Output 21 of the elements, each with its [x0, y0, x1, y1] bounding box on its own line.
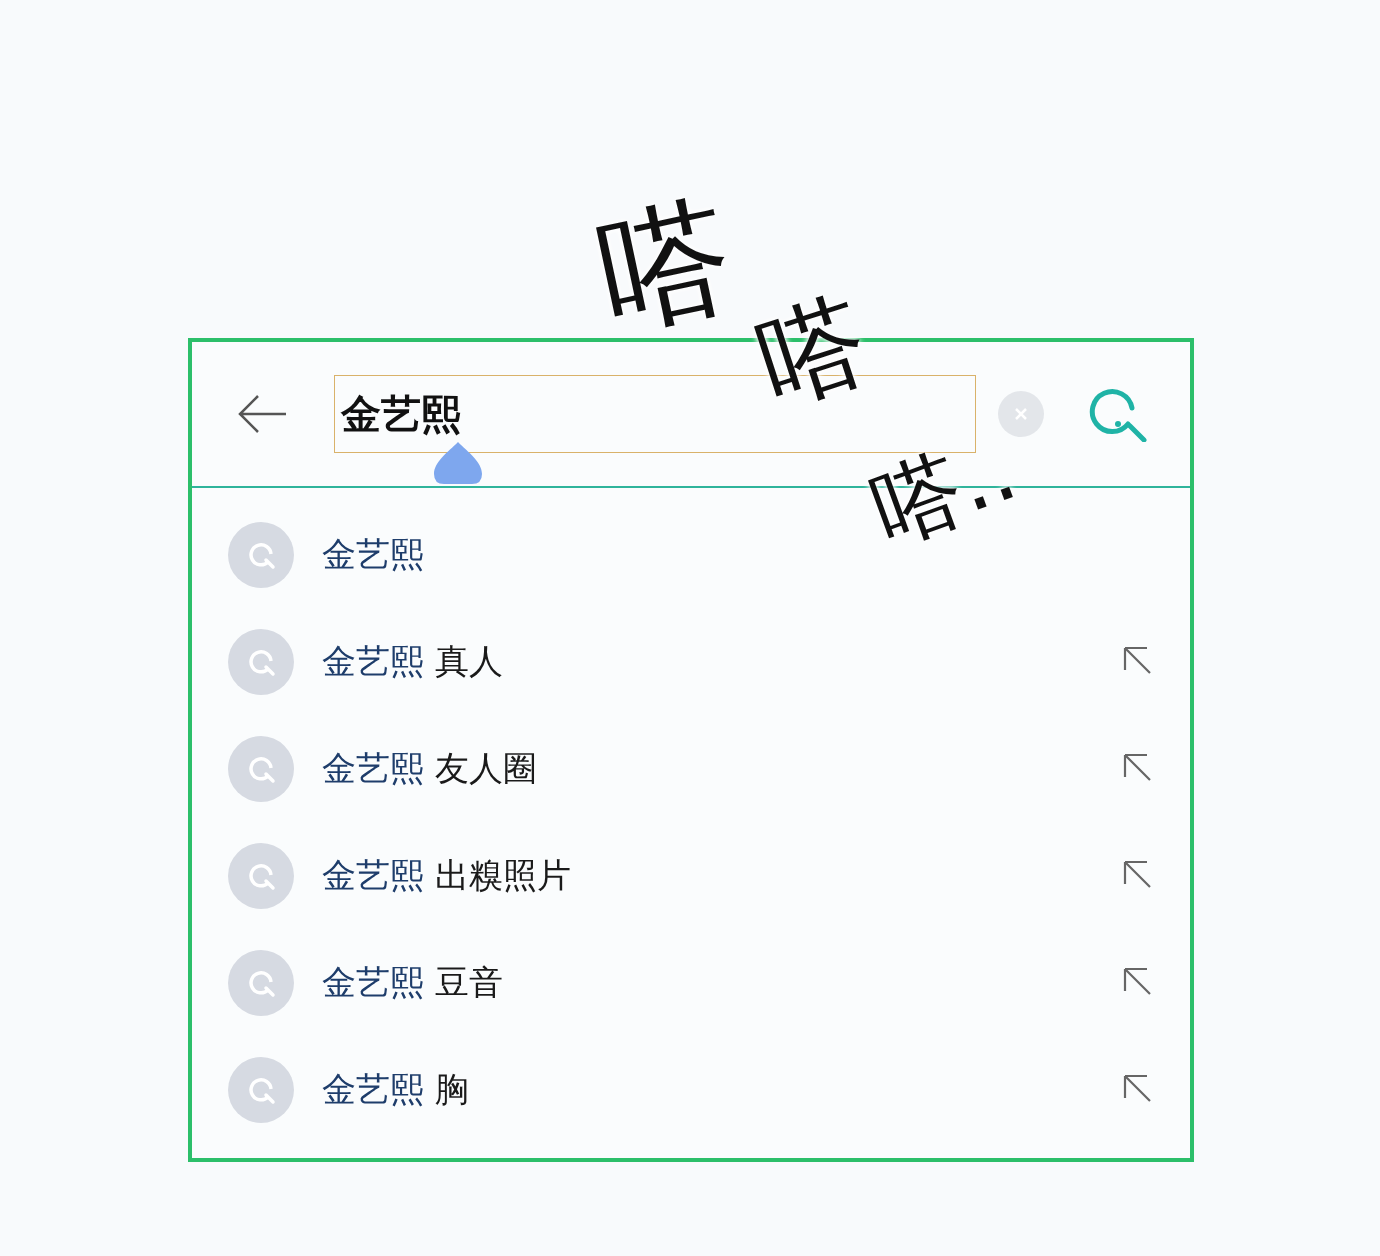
fill-arrow-icon[interactable]	[1122, 645, 1152, 675]
sound-effect-text: 嗒	[587, 187, 743, 343]
suggestion-item[interactable]: 金艺熙 胸	[322, 1067, 469, 1113]
fill-arrow-icon[interactable]	[1122, 752, 1152, 782]
suggestion-item[interactable]: 金艺熙	[322, 532, 424, 578]
fill-arrow-icon[interactable]	[1122, 859, 1152, 889]
search-icon	[228, 522, 294, 588]
search-icon[interactable]	[1088, 386, 1150, 442]
suggestion-item[interactable]: 金艺熙 友人圈	[322, 746, 537, 792]
search-text: 金艺熙	[341, 389, 461, 439]
search-icon	[228, 1057, 294, 1123]
fill-arrow-icon[interactable]	[1122, 1073, 1152, 1103]
cursor-handle-icon[interactable]	[434, 442, 482, 484]
search-icon	[228, 843, 294, 909]
search-icon	[228, 950, 294, 1016]
search-icon	[228, 736, 294, 802]
suggestion-item[interactable]: 金艺熙 豆音	[322, 960, 503, 1006]
suggestion-item[interactable]: 金艺熙 出糗照片	[322, 853, 571, 899]
fill-arrow-icon[interactable]	[1122, 966, 1152, 996]
suggestion-item[interactable]: 金艺熙 真人	[322, 639, 503, 685]
search-icon	[228, 629, 294, 695]
